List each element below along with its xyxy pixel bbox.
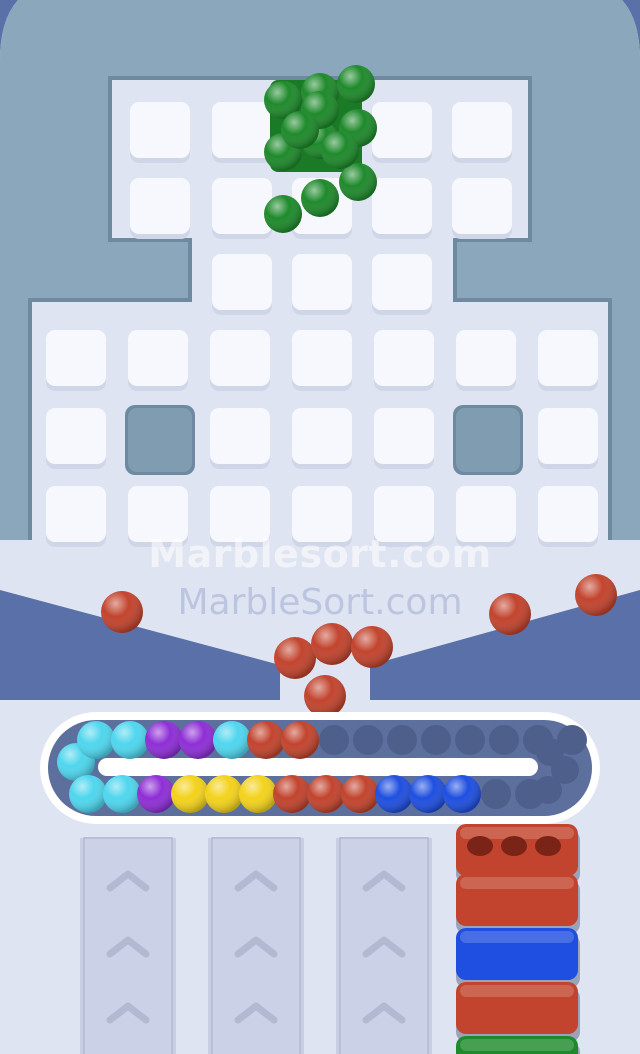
- blue-stack-block: [456, 928, 580, 988]
- yellow-marble: [205, 775, 243, 813]
- red-marble: [341, 775, 379, 813]
- game-stage: Marblesort.com MarbleSort.com: [0, 0, 640, 1054]
- floor-tile: [212, 102, 272, 163]
- floor-tile: [210, 408, 270, 469]
- floor-tile: [128, 330, 188, 391]
- empty-slot: [353, 725, 383, 755]
- sorting-column[interactable]: [80, 837, 176, 1054]
- floor-tile: [538, 486, 598, 547]
- empty-slot: [534, 776, 562, 804]
- empty-slot: [319, 725, 349, 755]
- floor-tile: [374, 330, 434, 391]
- red-marble: [304, 675, 346, 717]
- green-marble: [321, 131, 359, 169]
- red-stack-block: [456, 982, 580, 1042]
- floor-tile: [372, 178, 432, 239]
- purple-marble: [145, 721, 183, 759]
- sorting-columns[interactable]: [80, 837, 432, 1054]
- hole-tile: [125, 405, 195, 475]
- floor-tile: [210, 330, 270, 391]
- cyan-marble: [213, 721, 251, 759]
- floor-tile: [538, 408, 598, 469]
- green-marble: [281, 111, 319, 149]
- floor-tile: [292, 486, 352, 547]
- floor-tile: [452, 178, 512, 239]
- floor-tile: [538, 330, 598, 391]
- red-marble: [273, 775, 311, 813]
- yellow-marble: [171, 775, 209, 813]
- red-marble: [575, 574, 617, 616]
- empty-slot: [455, 725, 485, 755]
- red-marble: [307, 775, 345, 813]
- empty-slot: [489, 725, 519, 755]
- red-marble: [311, 623, 353, 665]
- blue-marble: [443, 775, 481, 813]
- floor-tile: [372, 254, 432, 315]
- floor-tile: [130, 102, 190, 163]
- floor-tile: [452, 102, 512, 163]
- floor-tile: [46, 330, 106, 391]
- floor-tile: [374, 486, 434, 547]
- floor-tile: [292, 254, 352, 315]
- purple-marble: [137, 775, 175, 813]
- floor-tile: [292, 408, 352, 469]
- blue-marble: [409, 775, 447, 813]
- green-marble: [337, 65, 375, 103]
- cyan-marble: [69, 775, 107, 813]
- floor-tile: [130, 178, 190, 239]
- red-marble: [274, 637, 316, 679]
- red-marble: [351, 626, 393, 668]
- cyan-marble: [111, 721, 149, 759]
- red-marble: [281, 721, 319, 759]
- red-marble: [489, 593, 531, 635]
- floor-tile: [46, 408, 106, 469]
- sorting-column[interactable]: [336, 837, 432, 1054]
- floor-tile: [128, 486, 188, 547]
- floor-tile: [374, 408, 434, 469]
- empty-slot: [421, 725, 451, 755]
- sorting-column[interactable]: [208, 837, 304, 1054]
- green-marble: [264, 195, 302, 233]
- empty-slot: [387, 725, 417, 755]
- blue-marble: [375, 775, 413, 813]
- empty-slot: [481, 779, 511, 809]
- green-marble: [301, 179, 339, 217]
- floor-tile: [210, 486, 270, 547]
- green-stack-block: [456, 1036, 580, 1054]
- game-scene: [0, 0, 640, 1054]
- purple-marble: [179, 721, 217, 759]
- color-stack: [456, 824, 580, 1054]
- cyan-marble: [103, 775, 141, 813]
- floor-tile: [212, 254, 272, 315]
- floor-tile: [456, 330, 516, 391]
- red-marble: [247, 721, 285, 759]
- yellow-marble: [239, 775, 277, 813]
- floor-tile: [212, 178, 272, 239]
- hole-tile: [453, 405, 523, 475]
- floor-tile: [292, 330, 352, 391]
- green-marble: [339, 163, 377, 201]
- red-marble: [101, 591, 143, 633]
- red-stack-block: [456, 874, 580, 934]
- floor-tile: [372, 102, 432, 163]
- floor-tile: [456, 486, 516, 547]
- cyan-marble: [77, 721, 115, 759]
- floor-tile: [46, 486, 106, 547]
